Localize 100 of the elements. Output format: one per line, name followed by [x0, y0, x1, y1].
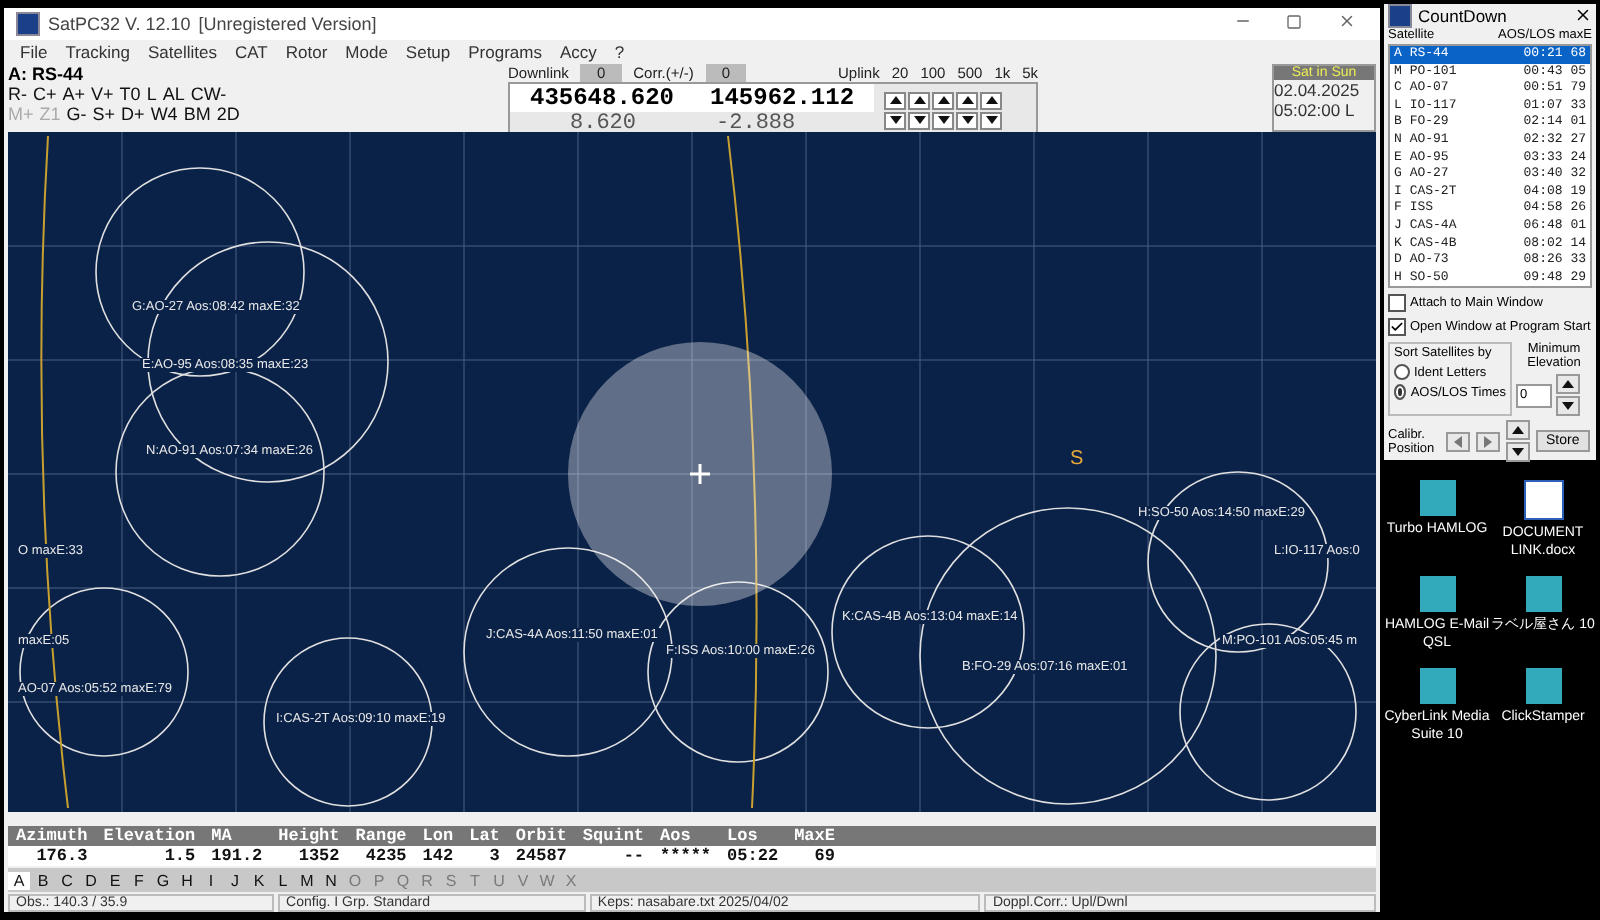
radio-button[interactable]	[1394, 384, 1407, 401]
satellite-tab[interactable]: K	[248, 871, 270, 889]
document-icon[interactable]	[1523, 480, 1563, 520]
quick-button[interactable]: C+	[33, 84, 57, 104]
satellite-tab[interactable]: E	[104, 871, 126, 889]
menu-item[interactable]: Setup	[405, 42, 451, 62]
satellite-tab[interactable]: F	[128, 871, 150, 889]
table-cell: 4235	[347, 846, 415, 866]
app-icon[interactable]	[1419, 576, 1455, 612]
checkbox[interactable]	[1388, 318, 1406, 337]
quick-button[interactable]: AL	[162, 84, 185, 104]
column-header: MaxE	[786, 826, 843, 846]
satellite-tab[interactable]: N	[320, 871, 342, 889]
table-cell: *****	[652, 846, 720, 866]
menu-item[interactable]: Satellites	[147, 42, 217, 62]
step-up-button[interactable]	[884, 91, 907, 109]
menu-item[interactable]: ?	[614, 42, 625, 62]
step-up-button[interactable]	[980, 91, 1003, 109]
app-icon[interactable]	[1419, 668, 1455, 704]
column-header: Lat	[461, 826, 508, 846]
quick-button[interactable]: W4	[150, 104, 178, 124]
left-arrow-icon[interactable]	[1454, 435, 1462, 448]
menu-item[interactable]: CAT	[234, 42, 268, 62]
table-cell: 1.5	[95, 846, 204, 866]
window-title: CountDown	[1418, 6, 1507, 26]
check-icon	[1390, 320, 1404, 335]
app-logo-icon	[16, 12, 40, 36]
active-satellite: A: RS-44	[8, 64, 86, 84]
menu-item[interactable]: Accy	[559, 42, 597, 62]
quick-button[interactable]: A+	[62, 84, 86, 104]
window-title: SatPC32 V. 12.10	[48, 14, 191, 34]
step-up-button[interactable]	[932, 91, 955, 109]
uplink-doppler: -2.888	[716, 112, 796, 136]
radio-button[interactable]	[1394, 364, 1410, 381]
calibration-down-button[interactable]	[1506, 442, 1530, 463]
satellite-tab[interactable]: A	[8, 871, 30, 889]
time-text: 05:02:00 L	[1274, 100, 1357, 120]
app-logo-icon	[1388, 4, 1412, 28]
menu-item[interactable]: Rotor	[285, 42, 328, 62]
up-arrow-icon[interactable]	[1512, 426, 1524, 435]
step-down-button[interactable]	[884, 111, 907, 129]
menu-item[interactable]: File	[20, 42, 48, 62]
calibration-left-button[interactable]	[1446, 431, 1470, 452]
step-down-button[interactable]	[908, 111, 931, 129]
table-cell: 176.3	[8, 846, 96, 866]
satellite-tab[interactable]: H	[176, 871, 198, 889]
satellite-tab[interactable]: D	[80, 871, 102, 889]
downlink-doppler: 8.620	[570, 112, 637, 136]
step-down-button[interactable]	[956, 111, 979, 129]
table-cell: 142	[414, 846, 462, 866]
down-arrow-icon[interactable]	[1512, 448, 1524, 457]
quick-button[interactable]: T0	[119, 84, 141, 104]
spin-down-button[interactable]	[1556, 396, 1580, 417]
table-cell: 05:22	[719, 846, 787, 866]
column-header: Elevation	[95, 826, 204, 846]
quick-button[interactable]: V+	[91, 84, 114, 104]
satellite-tab[interactable]: G	[152, 871, 174, 889]
step-up-button[interactable]	[908, 91, 931, 109]
quick-button[interactable]: BM	[183, 104, 211, 124]
quick-button[interactable]: D+	[121, 104, 145, 124]
satellite-tab[interactable]: C	[56, 871, 78, 889]
satellite-tab[interactable]: J	[224, 871, 246, 889]
right-arrow-icon[interactable]	[1484, 435, 1492, 448]
app-icon[interactable]	[1525, 576, 1561, 612]
column-header: Aos	[652, 826, 720, 846]
calibration-right-button[interactable]	[1476, 431, 1500, 452]
satellite-tab[interactable]: M	[296, 871, 318, 889]
up-arrow-icon[interactable]	[1562, 380, 1574, 389]
app-icon[interactable]	[1419, 480, 1455, 516]
step-up-button[interactable]	[956, 91, 979, 109]
maximize-icon[interactable]	[1286, 13, 1302, 29]
quick-button[interactable]: G-	[66, 104, 87, 124]
column-header: Squint	[574, 826, 653, 846]
satellite-tab[interactable]: I	[200, 871, 222, 889]
quick-button[interactable]: R-	[8, 84, 27, 104]
window-subtitle: [Unregistered Version]	[198, 14, 377, 34]
menu-item[interactable]: Tracking	[65, 42, 130, 62]
app-icon[interactable]	[1525, 668, 1561, 704]
spin-up-button[interactable]	[1556, 374, 1580, 395]
satellite-tab[interactable]: B	[32, 871, 54, 889]
checkbox[interactable]	[1388, 294, 1406, 313]
table-cell: 191.2	[203, 846, 271, 866]
close-icon[interactable]	[1574, 5, 1592, 23]
down-arrow-icon[interactable]	[1562, 402, 1574, 411]
step-down-button[interactable]	[980, 111, 1003, 129]
column-header: Azimuth	[8, 826, 96, 846]
quick-button[interactable]: L	[146, 84, 157, 104]
column-header: Los	[719, 826, 787, 846]
quick-button[interactable]: 2D	[216, 104, 240, 124]
sun-marker: S	[1070, 448, 1084, 470]
satellite-tab[interactable]: L	[272, 871, 294, 889]
menu-item[interactable]: Mode	[345, 42, 388, 62]
step-down-button[interactable]	[932, 111, 955, 129]
calibration-up-button[interactable]	[1506, 420, 1530, 441]
quick-button[interactable]: S+	[92, 104, 116, 124]
table-cell: 24587	[507, 846, 575, 866]
menu-item[interactable]: Programs	[468, 42, 542, 62]
uplink-frequency: 145962.112	[710, 84, 855, 112]
quick-button[interactable]: CW-	[190, 84, 227, 104]
table-cell: 3	[461, 846, 508, 866]
